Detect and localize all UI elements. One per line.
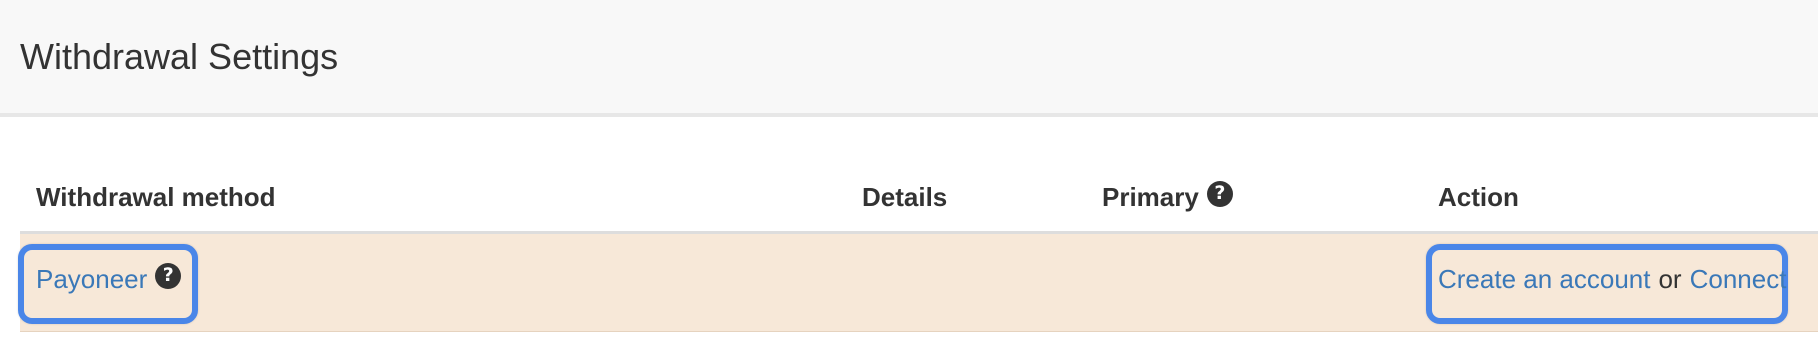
action-separator: or bbox=[1658, 264, 1682, 294]
method-cell: Payoneer ? bbox=[36, 262, 182, 295]
payoneer-help-icon[interactable]: ? bbox=[155, 262, 182, 289]
column-header-primary-label: Primary bbox=[1102, 182, 1199, 212]
primary-help-icon[interactable]: ? bbox=[1206, 180, 1233, 207]
column-header-action: Action bbox=[1438, 182, 1519, 213]
page-title: Withdrawal Settings bbox=[20, 36, 339, 77]
page-header: Withdrawal Settings bbox=[0, 0, 1818, 117]
column-header-details-label: Details bbox=[862, 182, 948, 212]
withdrawal-methods-table: Withdrawal method Details Primary ? Acti… bbox=[18, 172, 1818, 332]
column-header-method: Withdrawal method bbox=[36, 182, 276, 213]
column-header-details: Details bbox=[862, 182, 947, 213]
action-cell: Create an account or Connect bbox=[1438, 264, 1786, 295]
table-row: Payoneer ? Create an account or Connect bbox=[18, 234, 1818, 332]
connect-link[interactable]: Connect bbox=[1690, 264, 1787, 294]
column-header-action-label: Action bbox=[1438, 182, 1519, 212]
create-account-link[interactable]: Create an account bbox=[1438, 264, 1650, 294]
column-header-method-label: Withdrawal method bbox=[36, 182, 276, 212]
column-header-primary: Primary ? bbox=[1102, 180, 1233, 213]
payoneer-link[interactable]: Payoneer bbox=[36, 264, 147, 295]
table-header: Withdrawal method Details Primary ? Acti… bbox=[20, 172, 1818, 234]
